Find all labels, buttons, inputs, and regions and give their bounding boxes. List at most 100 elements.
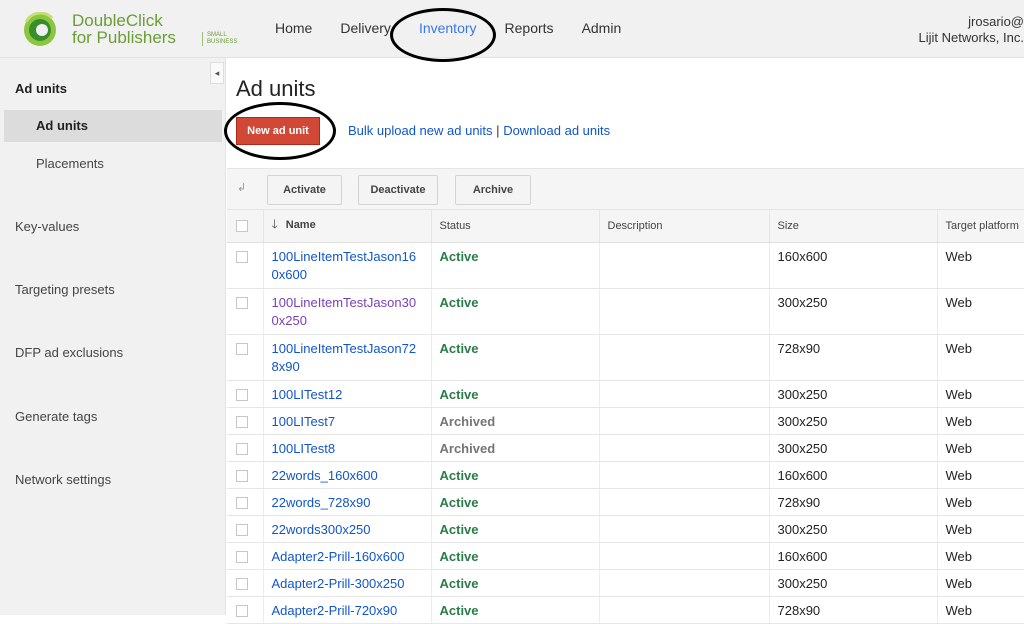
column-header-name[interactable]: 🡓 Name [263, 210, 432, 243]
download-ad-units-link[interactable]: Download ad units [503, 123, 610, 138]
nav-admin[interactable]: Admin [582, 20, 622, 36]
table-row[interactable]: 22words300x250 Active 300x250 Web [227, 515, 1024, 543]
cell-status: Active [431, 334, 600, 381]
sidebar-section-ad-units[interactable]: Ad units [15, 81, 67, 96]
cell-size: 300x250 [769, 288, 938, 335]
table-row[interactable]: 22words_728x90 Active 728x90 Web [227, 488, 1024, 516]
ad-unit-name-link[interactable]: 22words_728x90 [272, 495, 371, 510]
dfp-logo[interactable]: DoubleClick for Publishers SMALL BUSINES… [22, 12, 237, 48]
cell-status: Active [431, 461, 600, 489]
user-name: jrosario@ [968, 14, 1024, 29]
cell-size: 728x90 [769, 488, 938, 516]
status-badge: Active [439, 467, 479, 483]
user-account[interactable]: jrosario@ Lijit Networks, Inc. [919, 14, 1024, 46]
status-badge: Active [439, 548, 479, 564]
sidebar-item-generate-tags[interactable]: Generate tags [15, 409, 97, 424]
cell-name: 100LITest7 [263, 407, 432, 435]
logo-line2: for Publishers [72, 28, 176, 47]
cell-target-platform: Web [937, 488, 1024, 516]
table-row[interactable]: 100LineItemTestJason300x250 Active 300x250… [227, 288, 1024, 335]
table-row[interactable]: 100LineItemTestJason160x600 Active 160x600… [227, 242, 1024, 289]
row-checkbox-cell [227, 488, 264, 516]
status-badge: Active [439, 494, 479, 510]
ad-unit-name-link[interactable]: 100LITest7 [272, 414, 336, 429]
table-row[interactable]: 100LITest7 Archived 300x250 Web [227, 407, 1024, 435]
row-checkbox-cell [227, 596, 264, 624]
ad-unit-name-link[interactable]: 100LITest12 [272, 387, 343, 402]
table-row[interactable]: 100LineItemTestJason728x90 Active 728x90 We… [227, 334, 1024, 381]
row-checkbox[interactable] [236, 442, 248, 455]
cell-target-platform: Web [937, 334, 1024, 381]
nav-delivery[interactable]: Delivery [340, 20, 391, 36]
cell-status: Active [431, 242, 600, 289]
table-row[interactable]: 100LITest12 Active 300x250 Web [227, 380, 1024, 408]
new-ad-unit-highlight-circle [224, 102, 336, 160]
table-row[interactable]: Adapter2-Prill-300x250 Active 300x250 Web [227, 569, 1024, 597]
ad-unit-name-link[interactable]: Adapter2-Prill-720x90 [272, 603, 398, 618]
row-checkbox[interactable] [236, 250, 248, 263]
activate-button[interactable]: Activate [267, 175, 342, 205]
cell-description [599, 407, 770, 435]
row-checkbox[interactable] [236, 296, 248, 309]
cell-target-platform: Web [937, 288, 1024, 335]
cell-size: 300x250 [769, 407, 938, 435]
ad-unit-name-link[interactable]: 100LineItemTestJason160x600 [272, 249, 417, 282]
ad-unit-name-link[interactable]: Adapter2-Prill-300x250 [272, 576, 405, 591]
ad-unit-name-link[interactable]: 100LineItemTestJason300x250 [272, 295, 417, 328]
table-row[interactable]: 100LITest8 Archived 300x250 Web [227, 434, 1024, 462]
row-checkbox-cell [227, 334, 264, 381]
nav-home[interactable]: Home [275, 20, 312, 36]
column-header-description[interactable]: Description [599, 210, 770, 243]
cell-description [599, 488, 770, 516]
cell-name: 100LineItemTestJason160x600 [263, 242, 432, 289]
sidebar-item-network-settings[interactable]: Network settings [15, 472, 111, 487]
row-checkbox[interactable] [236, 415, 248, 428]
ad-unit-name-link[interactable]: 22words_160x600 [272, 468, 378, 483]
sidebar-item-placements[interactable]: Placements [4, 148, 222, 180]
cell-description [599, 242, 770, 289]
cell-target-platform: Web [937, 380, 1024, 408]
sort-down-icon: 🡓 [271, 217, 278, 232]
row-checkbox[interactable] [236, 496, 248, 509]
nav-reports[interactable]: Reports [505, 20, 554, 36]
row-checkbox[interactable] [236, 577, 248, 590]
sidebar-item-dfp-ad-exclusions[interactable]: DFP ad exclusions [15, 345, 123, 360]
cell-status: Active [431, 542, 600, 570]
cell-name: Adapter2-Prill-720x90 [263, 596, 432, 624]
column-header-target-platform[interactable]: Target platform [937, 210, 1024, 243]
row-checkbox[interactable] [236, 550, 248, 563]
row-checkbox-cell [227, 515, 264, 543]
logo-subtitle: SMALL BUSINESS [202, 32, 242, 46]
select-all-checkbox[interactable] [236, 219, 248, 232]
bulk-upload-link[interactable]: Bulk upload new ad units [348, 123, 493, 138]
cell-description [599, 334, 770, 381]
row-checkbox[interactable] [236, 342, 248, 355]
logo-text: DoubleClick for Publishers [72, 12, 176, 46]
table-row[interactable]: Adapter2-Prill-160x600 Active 160x600 Web [227, 542, 1024, 570]
deactivate-button[interactable]: Deactivate [358, 175, 438, 205]
ad-unit-name-link[interactable]: 100LITest8 [272, 441, 336, 456]
cell-target-platform: Web [937, 434, 1024, 462]
action-links: Bulk upload new ad units | Download ad u… [348, 123, 610, 138]
sidebar-item-ad-units[interactable]: Ad units [4, 110, 222, 142]
row-checkbox-cell [227, 380, 264, 408]
cell-target-platform: Web [937, 596, 1024, 624]
ad-unit-name-link[interactable]: 22words300x250 [272, 522, 371, 537]
row-checkbox[interactable] [236, 523, 248, 536]
row-checkbox[interactable] [236, 469, 248, 482]
top-header: DoubleClick for Publishers SMALL BUSINES… [0, 0, 1024, 62]
table-row[interactable]: 22words_160x600 Active 160x600 Web [227, 461, 1024, 489]
ad-unit-name-link[interactable]: 100LineItemTestJason728x90 [272, 341, 417, 374]
table-row[interactable]: Adapter2-Prill-720x90 Active 728x90 Web [227, 596, 1024, 624]
row-checkbox[interactable] [236, 388, 248, 401]
sidebar-item-targeting-presets[interactable]: Targeting presets [15, 282, 115, 297]
cell-description [599, 569, 770, 597]
archive-button[interactable]: Archive [455, 175, 531, 205]
sidebar-item-key-values[interactable]: Key-values [15, 219, 79, 234]
cell-size: 300x250 [769, 434, 938, 462]
column-header-status[interactable]: Status [431, 210, 600, 243]
column-header-size[interactable]: Size [769, 210, 938, 243]
ad-unit-name-link[interactable]: Adapter2-Prill-160x600 [272, 549, 405, 564]
collapse-sidebar-button[interactable]: ◂ [210, 62, 224, 84]
status-badge: Active [439, 602, 479, 618]
